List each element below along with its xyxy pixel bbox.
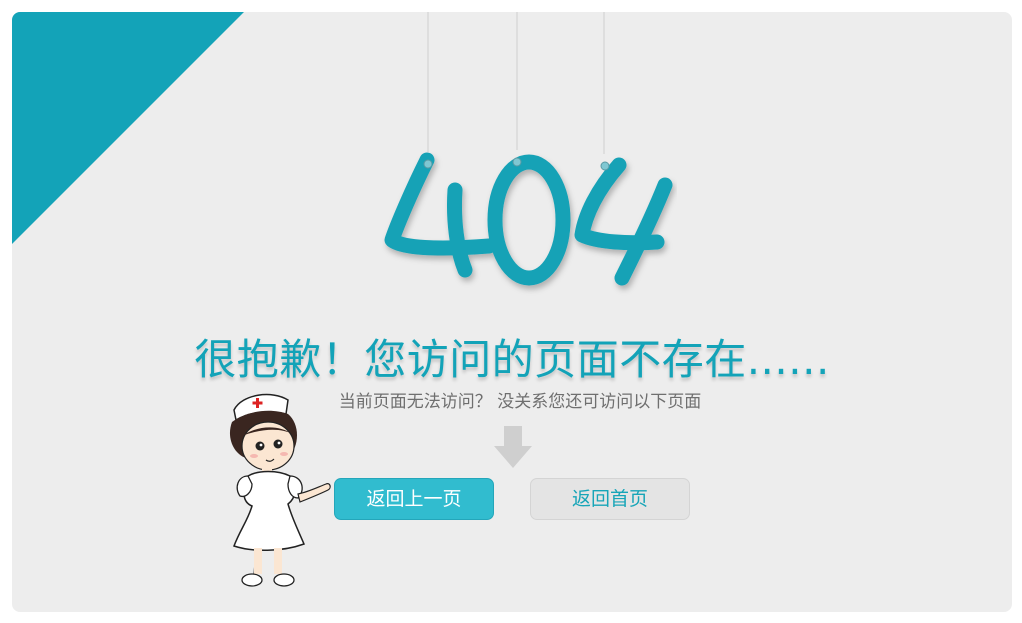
page-subtitle: 当前页面无法访问？ 没关系您还可访问以下页面 [338,392,702,412]
down-arrow-icon [494,426,532,468]
error-card: 404 很抱歉！您访问的页面不存在...... 当前页面无法访问？ 没关系您还可… [12,12,1012,612]
home-button[interactable]: 返回首页 [530,478,690,520]
nurse-illustration [229,393,331,587]
page-title: 很抱歉！您访问的页面不存在...... [194,335,830,384]
back-button[interactable]: 返回上一页 [334,478,494,520]
error-code-404-graphic: 404 [384,152,673,286]
